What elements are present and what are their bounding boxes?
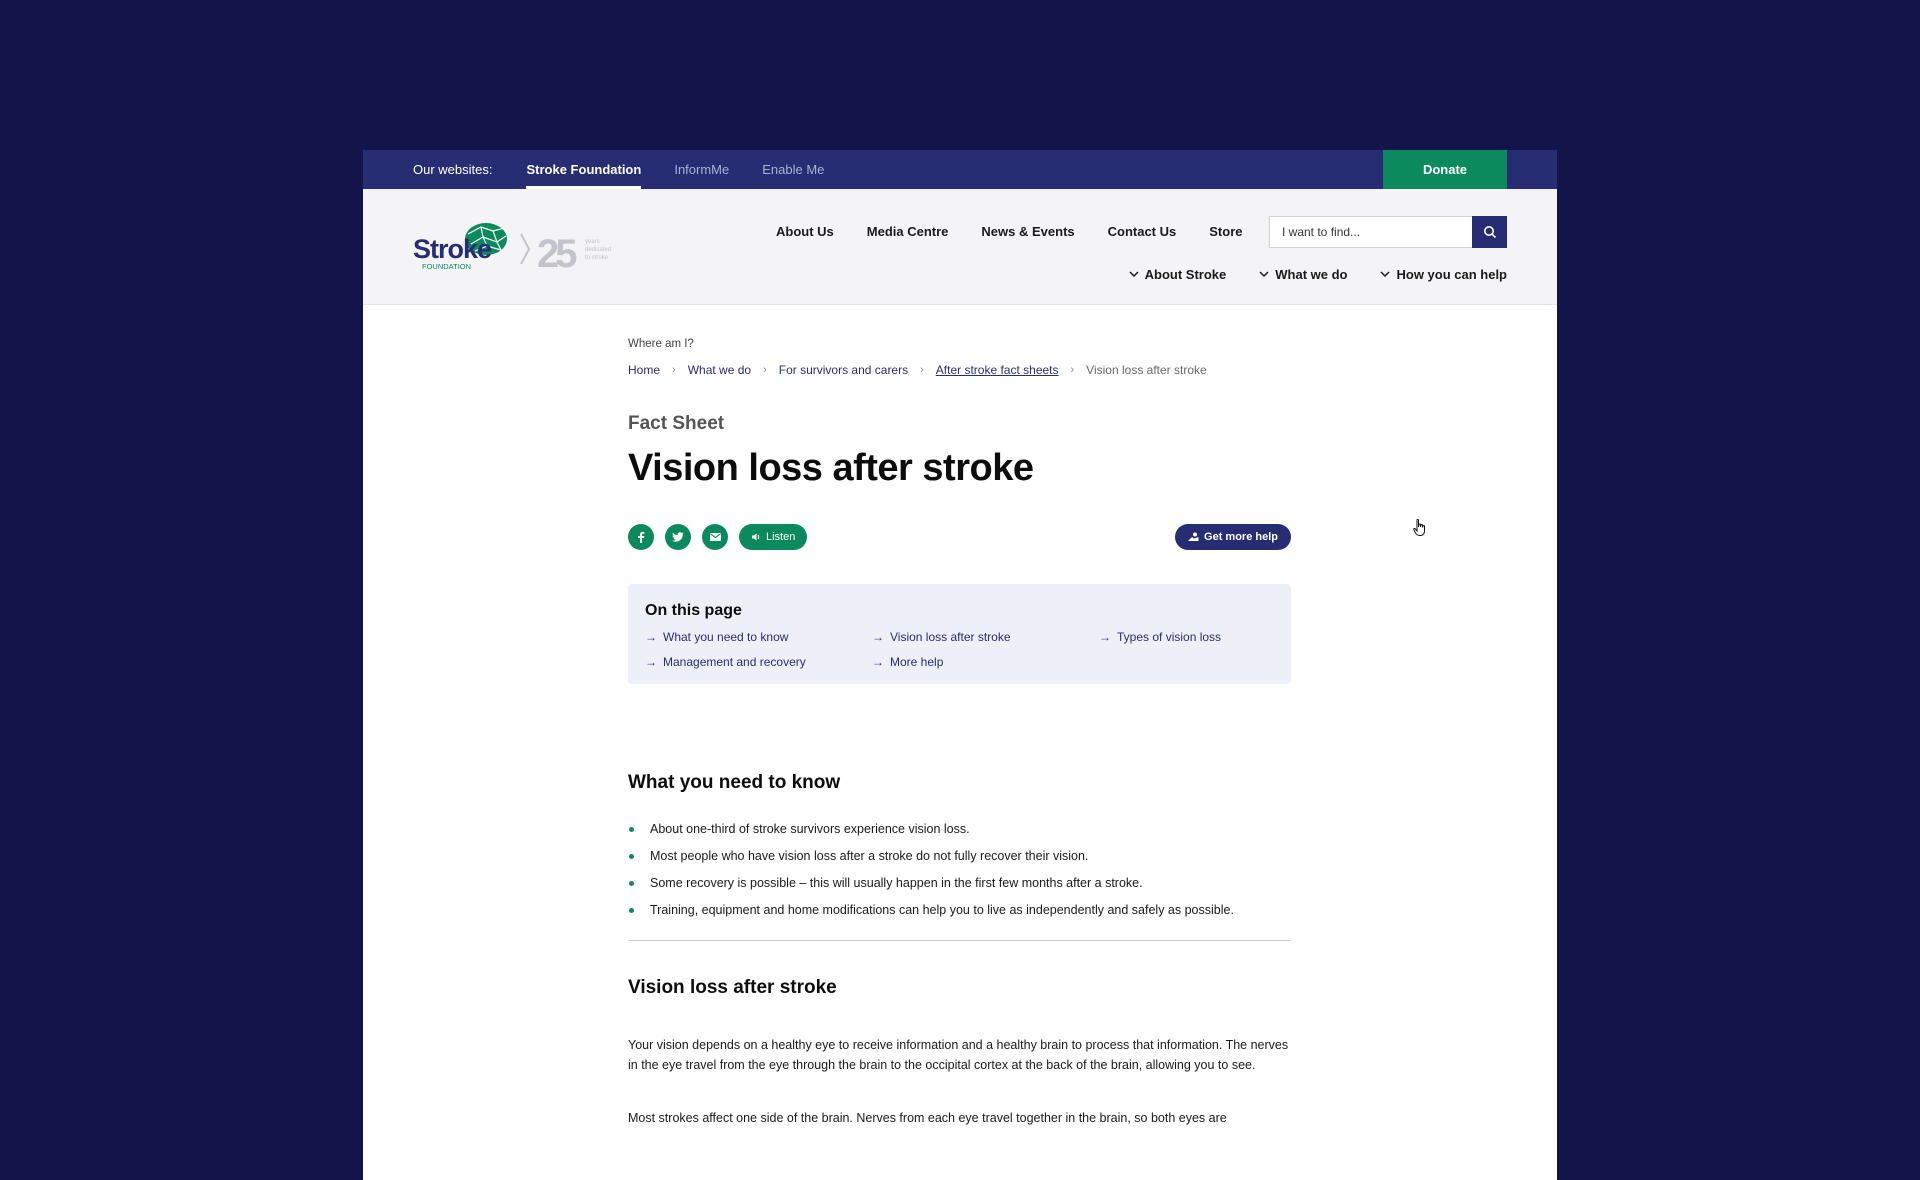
site-search (1269, 216, 1507, 248)
jump-link-what-you-need-to-know[interactable]: → What you need to know (645, 630, 872, 644)
chevron-right-icon: › (920, 364, 924, 376)
svg-text:FOUNDATION: FOUNDATION (422, 262, 471, 271)
share-facebook-button[interactable] (628, 524, 654, 550)
chevron-right-icon: › (1070, 364, 1075, 376)
on-this-page-links: → What you need to know → Vision loss afte… (645, 630, 1274, 669)
nav-store[interactable]: Store (1209, 224, 1242, 239)
jump-link-vision-loss-after-stroke[interactable]: → Vision loss after stroke (872, 630, 1099, 644)
list-item: Training, equipment and home modificatio… (628, 902, 1291, 918)
page-kicker: Fact Sheet (628, 413, 725, 434)
get-more-help-button[interactable]: Get more help (1175, 524, 1291, 550)
search-icon (1483, 226, 1496, 239)
jump-link-more-help[interactable]: → More help (872, 655, 1099, 669)
site-stroke-foundation[interactable]: Stroke Foundation (526, 150, 641, 189)
section-divider (628, 940, 1291, 941)
listen-button[interactable]: Listen (739, 524, 808, 550)
breadcrumb-current: Vision loss after stroke (1086, 363, 1207, 377)
chevron-down-icon (1380, 271, 1391, 278)
svg-text:years: years (585, 239, 600, 245)
nav-news-events[interactable]: News & Events (981, 224, 1074, 239)
svg-text:Stroke: Stroke (413, 234, 492, 264)
svg-text:dedicated: dedicated (585, 247, 611, 253)
section-nav: About Stroke What we do How you can help (1096, 267, 1507, 282)
body-paragraph: Your vision depends on a healthy eye to … (628, 1038, 1289, 1072)
jump-link-management-and-recovery[interactable]: → Management and recovery (645, 655, 872, 669)
arrow-right-icon: → (645, 655, 657, 669)
chevron-right-icon: › (763, 364, 767, 376)
browser-page: Our websites: Stroke Foundation InformMe… (363, 150, 1557, 1180)
facebook-icon (638, 531, 645, 543)
email-icon (709, 533, 721, 541)
svg-text:to stroke: to stroke (585, 255, 609, 261)
hand-cursor-icon (1413, 519, 1425, 536)
breadcrumb: Home › What we do › For survivors and ca… (628, 363, 1291, 377)
websites-label: Our websites: (413, 162, 493, 177)
twitter-icon (672, 532, 684, 542)
on-this-page-panel: On this page → What you need to know → Vis… (628, 584, 1291, 684)
breadcrumb-survivors-carers[interactable]: For survivors and carers (779, 363, 908, 377)
svg-text:25: 25 (537, 232, 577, 272)
jump-link-label: Vision loss after stroke (890, 630, 1011, 644)
help-icon (1188, 532, 1199, 541)
subnav-label: How you can help (1396, 267, 1507, 282)
list-item: Most people who have vision loss after a… (628, 848, 1291, 864)
on-this-page-heading: On this page (645, 602, 742, 619)
subnav-what-we-do[interactable]: What we do (1259, 267, 1347, 282)
share-twitter-button[interactable] (665, 524, 691, 550)
nav-contact-us[interactable]: Contact Us (1108, 224, 1177, 239)
donate-button[interactable]: Donate (1383, 150, 1507, 189)
search-button[interactable] (1472, 216, 1507, 248)
stroke-foundation-logo[interactable]: Stroke FOUNDATION 25 years dedicated to … (413, 222, 633, 272)
key-points-list: About one-third of stroke survivors expe… (628, 821, 1291, 918)
search-input[interactable] (1269, 216, 1472, 248)
body-paragraph: Most strokes affect one side of the brai… (628, 1111, 1227, 1125)
arrow-right-icon: → (872, 630, 884, 644)
section-heading-vision-loss-after-stroke: Vision loss after stroke (628, 977, 837, 998)
site-informme[interactable]: InformMe (674, 150, 729, 189)
subnav-how-you-can-help[interactable]: How you can help (1380, 267, 1507, 282)
nav-media-centre[interactable]: Media Centre (867, 224, 949, 239)
subnav-label: What we do (1275, 267, 1348, 282)
jump-link-label: More help (890, 655, 944, 669)
jump-link-label: Types of vision loss (1117, 630, 1222, 644)
jump-link-label: What you need to know (663, 630, 789, 644)
subnav-about-stroke[interactable]: About Stroke (1129, 267, 1227, 282)
breadcrumb-fact-sheets[interactable]: After stroke fact sheets (936, 363, 1059, 377)
arrow-right-icon: → (645, 630, 657, 644)
chevron-down-icon (1129, 271, 1139, 278)
breadcrumb-what-we-do[interactable]: What we do (688, 363, 751, 377)
subnav-label: About Stroke (1144, 267, 1227, 282)
main-content: Where am I? Home › What we do › For surv… (628, 338, 1291, 1128)
jump-link-types-of-vision-loss[interactable]: → Types of vision loss (1099, 630, 1279, 644)
share-actions: Listen Get more help (628, 524, 1291, 550)
main-nav: About Us Media Centre News & Events Cont… (776, 224, 1275, 239)
list-item: About one-third of stroke survivors expe… (628, 821, 1291, 837)
chevron-down-icon (1259, 271, 1269, 278)
arrow-right-icon: → (872, 655, 884, 669)
arrow-right-icon: → (1099, 630, 1111, 644)
site-enable-me[interactable]: Enable Me (762, 150, 824, 189)
site-header: Stroke FOUNDATION 25 years dedicated to … (363, 189, 1557, 305)
jump-link-label: Management and recovery (663, 655, 806, 669)
section-heading-what-you-need-to-know: What you need to know (628, 772, 841, 793)
speaker-icon (752, 533, 760, 541)
nav-about-us[interactable]: About Us (776, 224, 834, 239)
page-title: Vision loss after stroke (628, 447, 1034, 489)
share-email-button[interactable] (702, 524, 728, 550)
chevron-right-icon: › (672, 364, 676, 376)
breadcrumb-home[interactable]: Home (628, 363, 660, 377)
breadcrumb-label: Where am I? (628, 338, 694, 350)
get-more-help-label: Get more help (1204, 531, 1278, 543)
listen-label: Listen (766, 531, 796, 543)
list-item: Some recovery is possible – this will us… (628, 875, 1291, 891)
websites-bar: Our websites: Stroke Foundation InformMe… (363, 150, 1557, 189)
